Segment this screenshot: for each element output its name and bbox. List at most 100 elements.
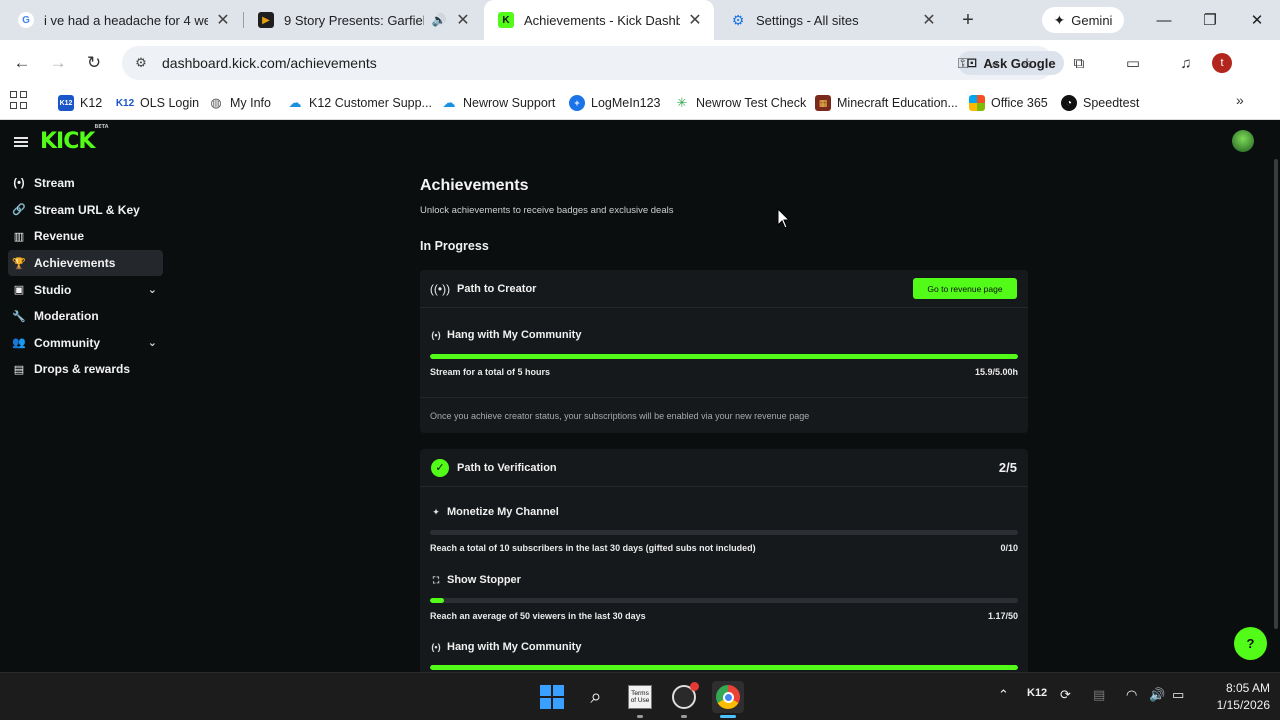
search-icon[interactable]: ⌕ <box>580 681 612 713</box>
users-icon: 👥 <box>12 337 26 350</box>
globe-icon: ◍ <box>210 95 222 110</box>
bookmark-label: Office 365 <box>991 96 1048 110</box>
sidebar-nav: (•) Stream 🔗 Stream URL & Key ▥ Revenue … <box>8 170 163 383</box>
tab-settings[interactable]: ⚙ Settings - All sites ✕ <box>716 0 948 40</box>
close-tab-icon[interactable]: ✕ <box>920 11 938 29</box>
tab-garfield[interactable]: ▶ 9 Story Presents: Garfield and 🔊 ✕ <box>244 0 482 40</box>
menu-icon[interactable] <box>14 137 28 147</box>
apps-grid-icon[interactable] <box>10 91 28 109</box>
bookmark-newrow-test-check[interactable]: ✳ Newrow Test Check <box>674 93 807 113</box>
windows-icon <box>540 685 564 709</box>
progress-bar <box>430 354 1018 359</box>
restore-button[interactable]: ❐ <box>1198 8 1222 32</box>
trophy-icon: 🏆 <box>12 257 26 270</box>
help-chat-button[interactable]: ? <box>1234 627 1267 660</box>
volume-icon[interactable]: 🔊 <box>1149 687 1165 703</box>
back-button[interactable]: ← <box>10 51 34 75</box>
task-description: Stream for a total of 5 hours <box>430 367 551 377</box>
viewers-icon: ⛶ <box>432 574 440 585</box>
sidebar-item-revenue[interactable]: ▥ Revenue <box>8 223 163 250</box>
sidebar-item-stream-url-key[interactable]: 🔗 Stream URL & Key <box>8 197 163 224</box>
broadcast-icon: ((•)) <box>429 281 451 296</box>
bookmark-k12-customer-support[interactable]: ☁ K12 Customer Supp... <box>287 93 432 113</box>
progress-bar <box>430 598 1018 603</box>
k12-tray-icon[interactable]: K12 <box>1027 687 1047 699</box>
logo-text: KICK <box>40 129 95 154</box>
sidebar-item-studio[interactable]: ▣ Studio ⌄ <box>8 276 163 303</box>
bookmark-star-icon[interactable]: ☆ <box>1016 52 1038 74</box>
card-header: ((•)) Path to Creator Go to revenue page <box>420 270 1028 308</box>
cast-icon[interactable]: ▭ <box>1121 51 1145 75</box>
chrome-app[interactable] <box>712 681 744 713</box>
system-clock[interactable]: 8:05 AM 1/15/2026 <box>1196 680 1270 714</box>
site-info-icon[interactable]: ⚙ <box>132 55 150 71</box>
card-header: ✓ Path to Verification 2/5 <box>420 449 1028 487</box>
sidebar-item-stream[interactable]: (•) Stream <box>8 170 163 197</box>
sidebar-item-achievements[interactable]: 🏆 Achievements <box>8 249 163 277</box>
achievement-task: (•) Hang with My Community <box>430 641 1018 672</box>
office-icon <box>969 95 985 111</box>
start-button[interactable] <box>536 681 568 713</box>
media-control-icon[interactable]: ♫ <box>1174 51 1198 75</box>
link-icon: 🔗 <box>12 204 26 217</box>
obs-app[interactable] <box>668 681 700 713</box>
chevron-up-icon[interactable]: ⌃ <box>998 687 1009 703</box>
sidebar-item-drops-rewards[interactable]: ▤ Drops & rewards <box>8 356 163 383</box>
close-tab-icon[interactable]: ✕ <box>454 11 472 29</box>
tab-kick-achievements[interactable]: K Achievements - Kick Dashboard ✕ <box>484 0 714 40</box>
wrench-icon: 🔧 <box>12 310 26 323</box>
bookmark-ols-login[interactable]: K12 OLS Login <box>116 93 199 113</box>
forward-button[interactable]: → <box>46 51 70 75</box>
bookmark-logmein123[interactable]: + LogMeIn123 <box>569 93 661 113</box>
tab-title: 9 Story Presents: Garfield and <box>284 12 424 28</box>
zoom-icon[interactable]: ⌕ <box>984 52 1006 74</box>
bookmark-my-info[interactable]: ◍ My Info <box>208 93 271 113</box>
task-title: (•) Hang with My Community <box>430 641 581 653</box>
go-to-revenue-button[interactable]: Go to revenue page <box>913 278 1017 299</box>
bookmark-k12[interactable]: K12 K12 <box>58 93 102 113</box>
sidebar-item-label: Stream URL & Key <box>34 202 140 217</box>
close-window-button[interactable]: ✕ <box>1245 8 1269 32</box>
sidebar-item-label: Drops & rewards <box>34 362 131 377</box>
profile-avatar[interactable]: t <box>1212 53 1232 73</box>
bookmark-newrow-support[interactable]: ☁ Newrow Support <box>441 93 556 113</box>
studio-icon: ▣ <box>13 284 25 297</box>
task-title: ⛶ Show Stopper <box>430 574 521 586</box>
sidebar-item-community[interactable]: 👥 Community ⌄ <box>8 330 163 357</box>
terms-of-use-app[interactable]: Terms of Use <box>624 681 656 713</box>
gemini-button[interactable]: ✦ Gemini <box>1042 7 1124 33</box>
more-bookmarks-icon[interactable]: » <box>1236 92 1244 108</box>
password-key-icon[interactable]: ⚿ <box>952 52 974 74</box>
page-scrollbar[interactable] <box>1274 159 1278 629</box>
kick-logo[interactable]: KICKBETA <box>40 124 109 154</box>
close-tab-icon[interactable]: ✕ <box>686 11 704 29</box>
battery-icon[interactable]: ▭ <box>1172 687 1184 703</box>
pinwheel-icon: ✳ <box>676 95 688 110</box>
chevron-down-icon[interactable]: ⌄ <box>148 283 157 296</box>
extensions-icon[interactable]: ⧉ <box>1067 51 1091 75</box>
close-tab-icon[interactable]: ✕ <box>214 11 232 29</box>
new-tab-button[interactable]: + <box>956 8 980 32</box>
sidebar-item-moderation[interactable]: 🔧 Moderation <box>8 303 163 330</box>
bookmark-minecraft-education[interactable]: ▦ Minecraft Education... <box>815 93 958 113</box>
url-text[interactable]: dashboard.kick.com/achievements <box>162 55 377 71</box>
address-bar[interactable]: ⚙ dashboard.kick.com/achievements ⊡ Ask … <box>122 46 1064 80</box>
browser-toolbar: ← → ↻ ⚙ dashboard.kick.com/achievements … <box>0 40 1280 86</box>
speaker-icon[interactable]: 🔊 <box>430 11 448 29</box>
bookmark-speedtest[interactable]: ◔ Speedtest <box>1061 93 1139 113</box>
bookmark-office-365[interactable]: Office 365 <box>969 93 1048 113</box>
divider <box>420 397 1028 398</box>
sync-icon[interactable]: ⟳ <box>1060 687 1071 703</box>
user-avatar[interactable] <box>1232 130 1254 152</box>
minimize-button[interactable]: — <box>1152 8 1176 32</box>
wifi-icon[interactable]: ◠ <box>1126 687 1137 703</box>
chevron-down-icon[interactable]: ⌄ <box>148 336 157 349</box>
tab-headache-search[interactable]: G i ve had a headache for 4 weeks ✕ <box>4 0 242 40</box>
task-progress-value: 1.17/50 <box>987 611 1018 621</box>
broadcast-icon: (•) <box>431 330 441 340</box>
running-indicator <box>681 715 687 718</box>
reload-button[interactable]: ↻ <box>82 51 106 75</box>
kick-dashboard-page: KICKBETA (•) Stream 🔗 Stream URL & Key ▥… <box>0 121 1280 672</box>
app-tray-icon[interactable]: ▤ <box>1093 687 1105 703</box>
page-subtitle: Unlock achievements to receive badges an… <box>420 205 674 216</box>
